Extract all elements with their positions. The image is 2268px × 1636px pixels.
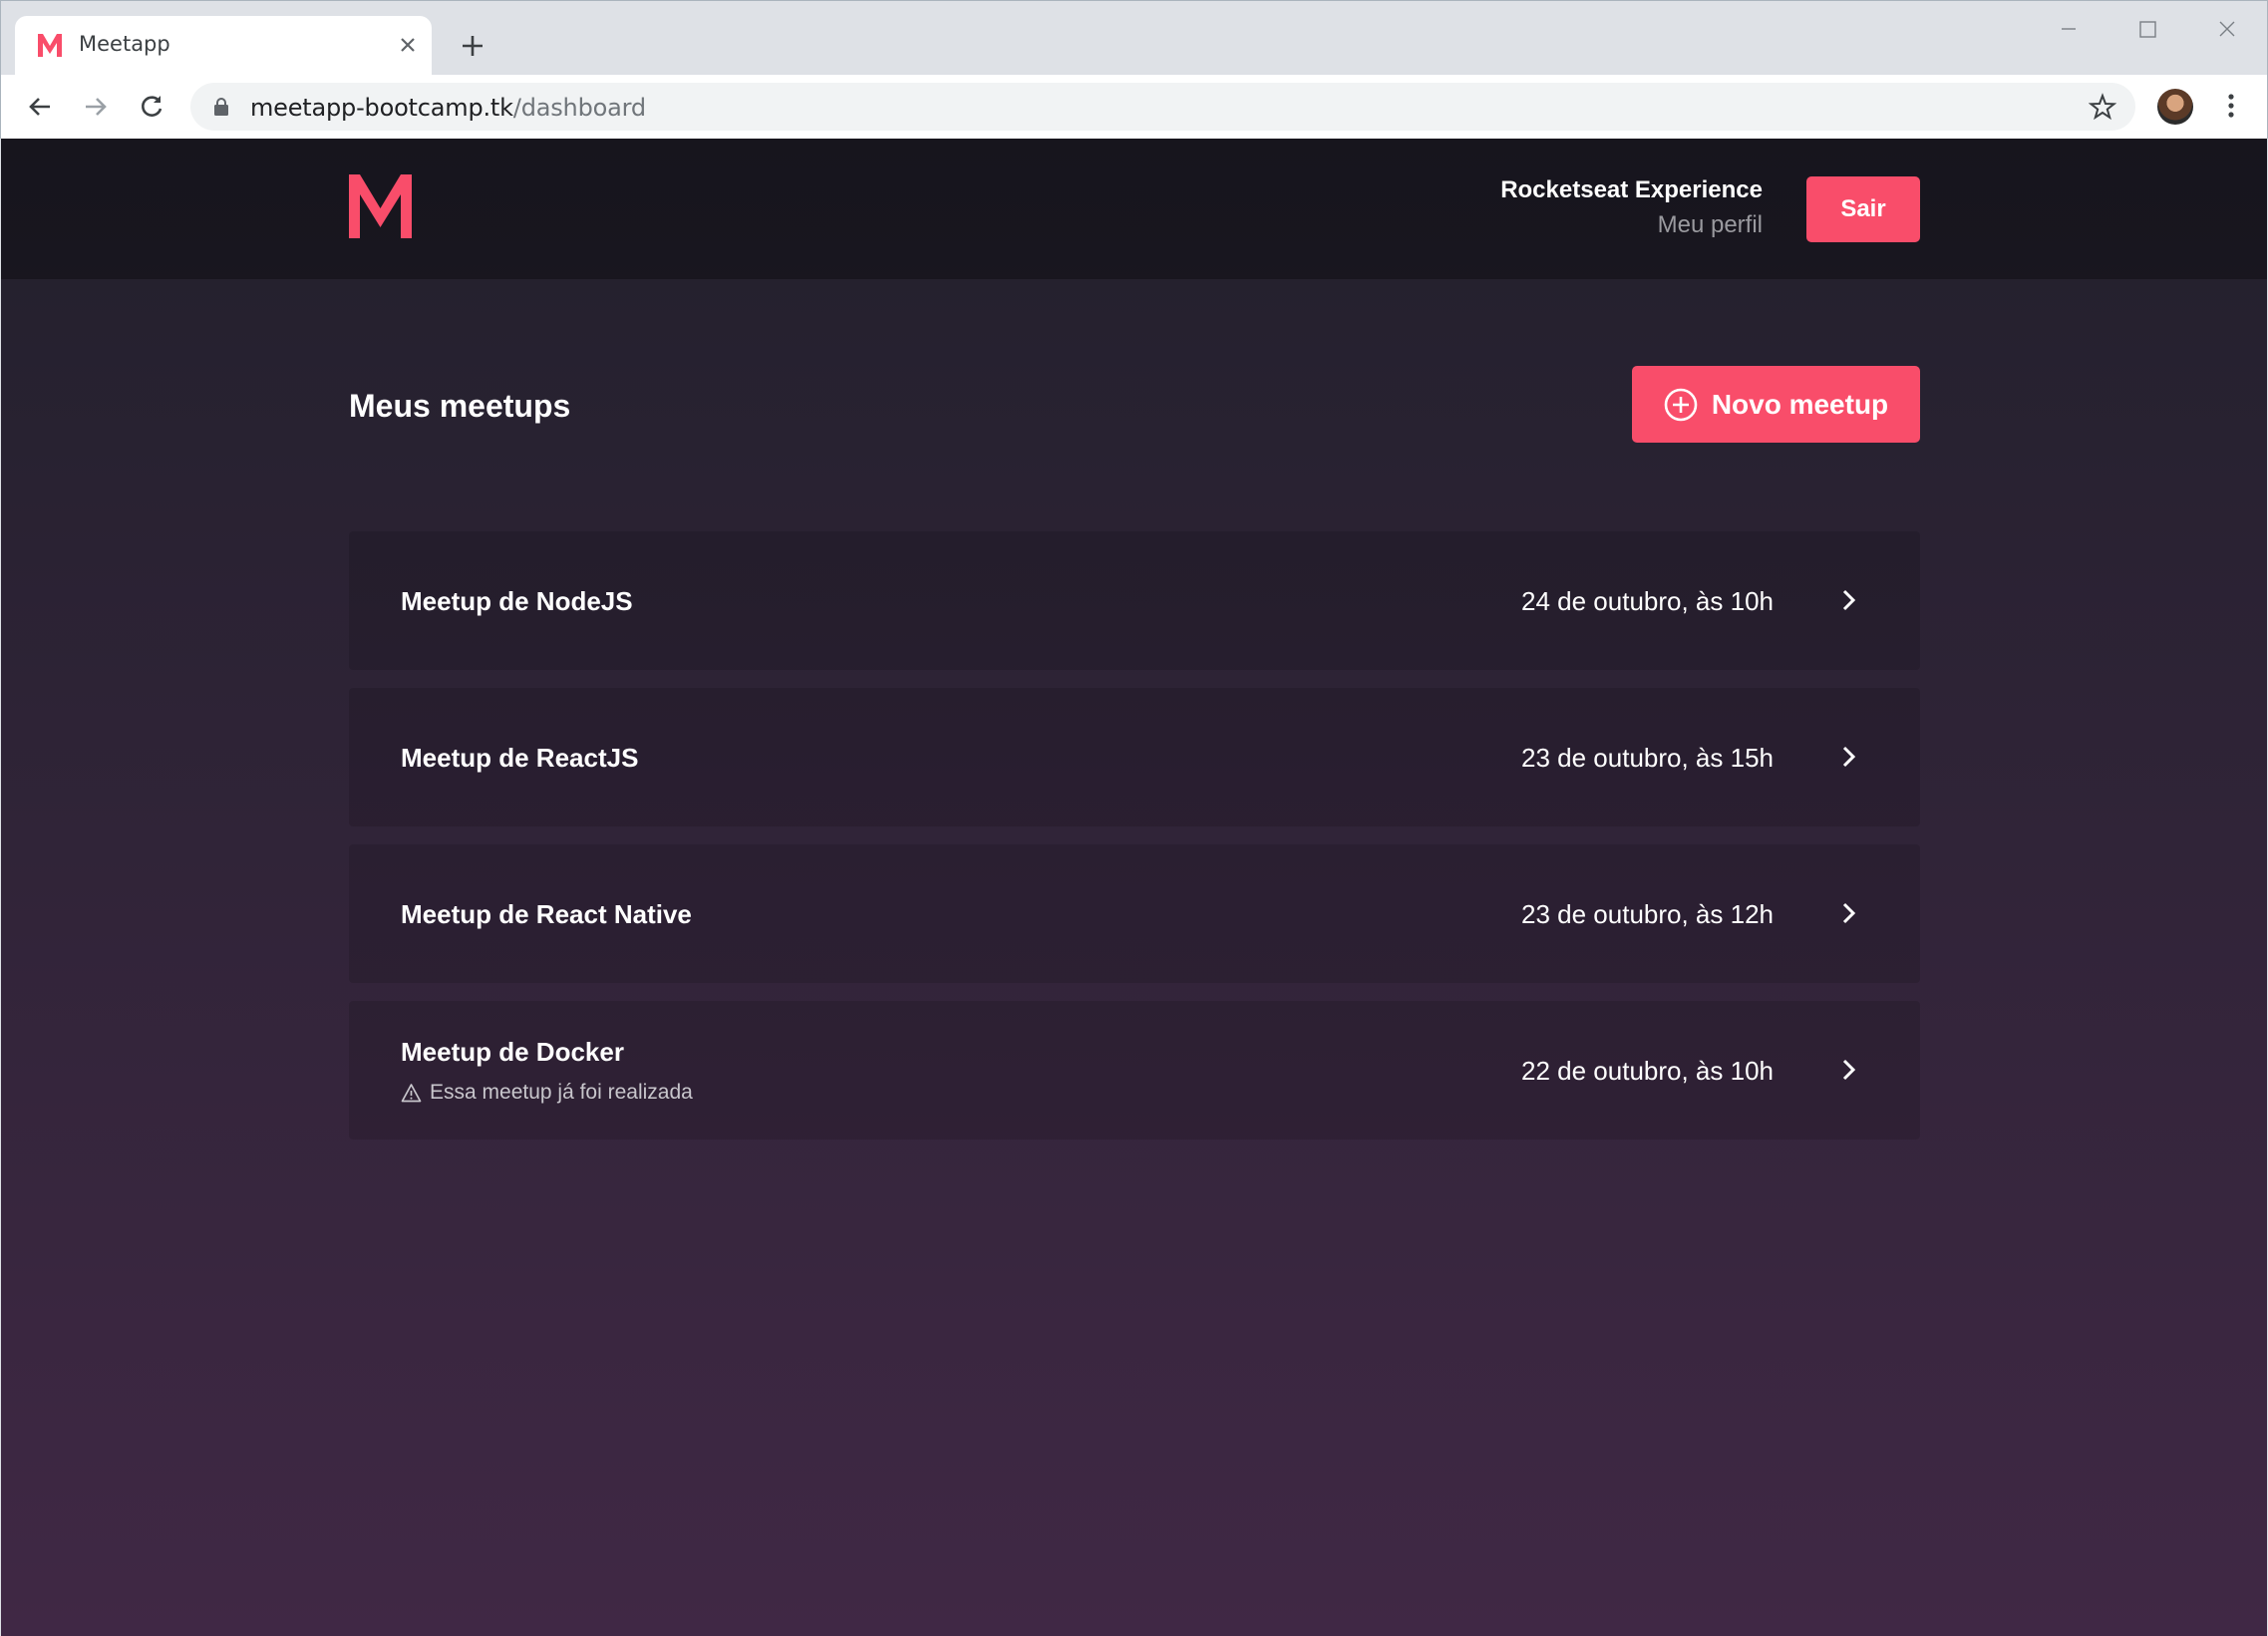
new-meetup-label: Novo meetup xyxy=(1711,388,1889,420)
meetup-date: 24 de outubro, às 10h xyxy=(1521,586,1774,616)
add-circle-icon xyxy=(1664,388,1698,421)
close-tab-icon[interactable] xyxy=(396,33,420,57)
address-bar[interactable]: meetapp-bootcamp.tk/dashboard xyxy=(190,83,2135,131)
new-tab-icon[interactable] xyxy=(458,31,487,61)
meetup-title: Meetup de ReactJS xyxy=(401,743,639,773)
user-name: Rocketseat Experience xyxy=(1500,176,1763,203)
reload-icon[interactable] xyxy=(137,92,166,122)
meetup-card[interactable]: Meetup de ReactJS 23 de outubro, às 15h xyxy=(349,688,1920,826)
forward-arrow-icon[interactable] xyxy=(81,92,111,122)
chevron-right-icon[interactable] xyxy=(1835,742,1863,772)
url-host: meetapp-bootcamp.tk xyxy=(250,94,513,122)
dashboard-page: Rocketseat Experience Meu perfil Sair Me… xyxy=(1,139,2267,1636)
meetup-list: Meetup de NodeJS 24 de outubro, às 10h M… xyxy=(349,531,1920,1157)
meetup-date: 23 de outubro, às 15h xyxy=(1521,743,1774,773)
meetapp-logo-icon[interactable] xyxy=(349,174,412,238)
page-title: Meus meetups xyxy=(349,388,571,424)
chevron-right-icon[interactable] xyxy=(1835,585,1863,615)
new-meetup-button[interactable]: Novo meetup xyxy=(1632,366,1920,443)
browser-tab[interactable]: Meetapp xyxy=(15,16,432,75)
chevron-right-icon[interactable] xyxy=(1835,1055,1863,1085)
browser-chrome: Meetapp meetapp-bootcamp.tk/dashboard xyxy=(0,0,2268,139)
meetup-card[interactable]: Meetup de NodeJS 24 de outubro, às 10h xyxy=(349,531,1920,670)
browser-toolbar: meetapp-bootcamp.tk/dashboard xyxy=(1,75,2267,139)
maximize-window-icon[interactable] xyxy=(2124,13,2170,45)
past-meetup-note: Essa meetup já foi realizada xyxy=(401,1081,693,1105)
meetup-date: 22 de outubro, às 10h xyxy=(1521,1056,1774,1086)
meetup-card[interactable]: Meetup de React Native 23 de outubro, às… xyxy=(349,844,1920,983)
past-meetup-text: Essa meetup já foi realizada xyxy=(430,1081,693,1104)
url-text: meetapp-bootcamp.tk/dashboard xyxy=(250,94,646,122)
lock-icon xyxy=(214,98,228,116)
logout-button[interactable]: Sair xyxy=(1806,176,1920,242)
bookmark-star-icon[interactable] xyxy=(2089,93,2116,121)
profile-avatar[interactable] xyxy=(2157,89,2193,125)
meetup-title: Meetup de NodeJS xyxy=(401,586,633,616)
app-header: Rocketseat Experience Meu perfil Sair xyxy=(1,139,2267,279)
minimize-window-icon[interactable] xyxy=(2046,13,2092,45)
tab-title: Meetapp xyxy=(79,32,170,56)
back-arrow-icon[interactable] xyxy=(25,92,55,122)
more-menu-icon[interactable] xyxy=(2216,91,2246,121)
meetup-title: Meetup de Docker xyxy=(401,1037,624,1067)
close-window-icon[interactable] xyxy=(2204,13,2250,45)
tab-strip: Meetapp xyxy=(1,1,2267,75)
profile-link[interactable]: Meu perfil xyxy=(1658,211,1763,239)
meetapp-favicon-icon xyxy=(38,34,62,57)
meetup-card-past[interactable]: Meetup de Docker Essa meetup já foi real… xyxy=(349,1001,1920,1140)
meetup-date: 23 de outubro, às 12h xyxy=(1521,899,1774,929)
chevron-right-icon[interactable] xyxy=(1835,898,1863,928)
meetup-title: Meetup de React Native xyxy=(401,899,692,929)
url-path: /dashboard xyxy=(512,94,646,122)
warning-icon xyxy=(401,1083,422,1102)
